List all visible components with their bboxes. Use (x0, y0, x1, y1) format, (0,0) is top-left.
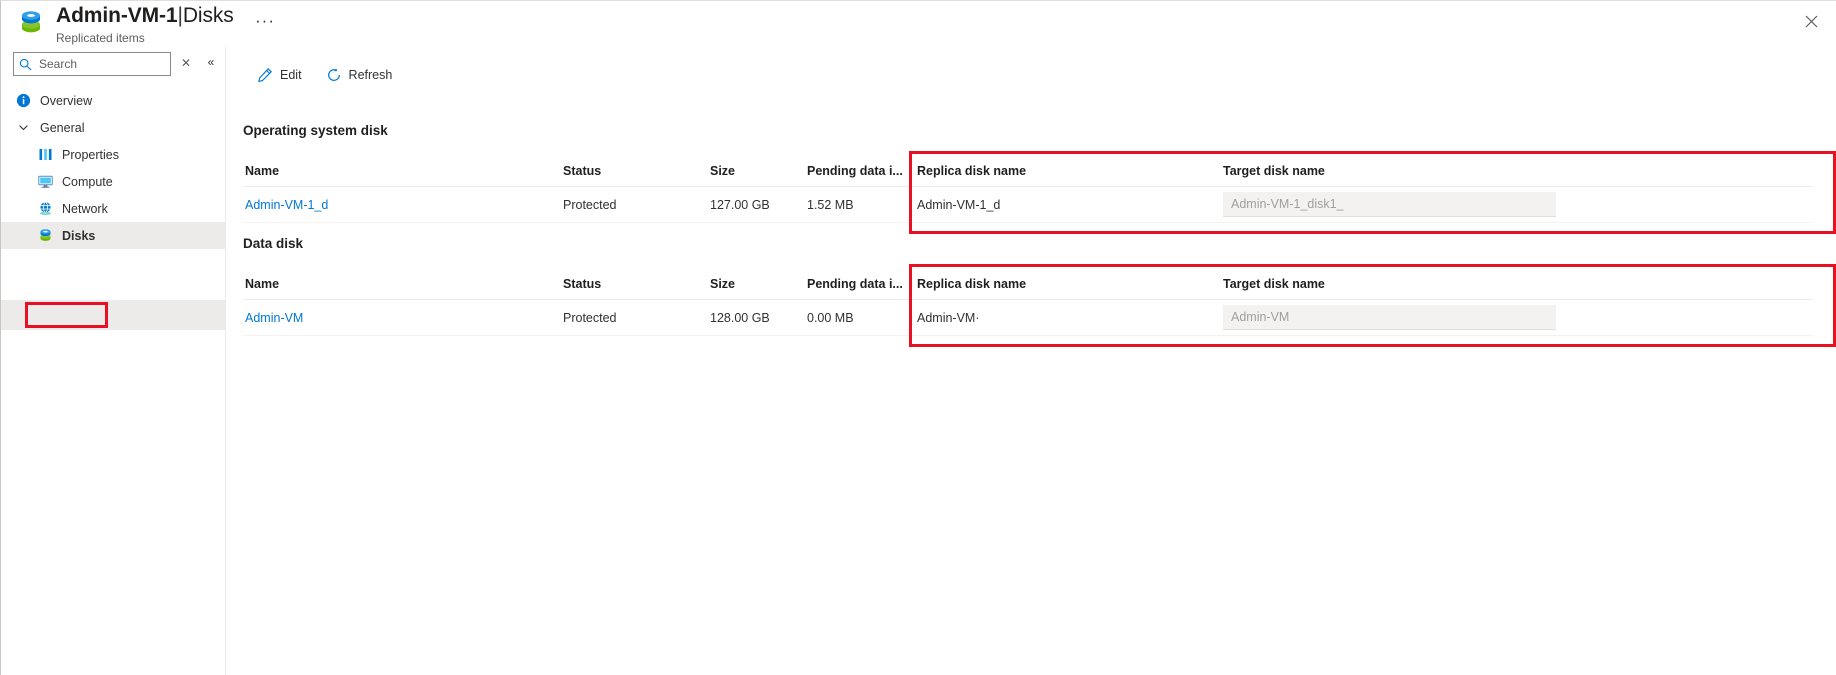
edit-button[interactable]: Edit (247, 59, 312, 91)
refresh-button[interactable]: Refresh (316, 59, 403, 91)
info-icon (15, 93, 31, 109)
edit-button-label: Edit (280, 68, 302, 82)
column-header-status: Status (563, 163, 602, 178)
os-disk-pending: 1.52 MB (807, 197, 854, 212)
more-options-icon[interactable]: ··· (249, 9, 281, 33)
blade-sidebar: ✕ « Overview (1, 47, 226, 675)
sidebar-item-disks[interactable]: Disks (1, 222, 226, 249)
sidebar-item-label: Network (62, 201, 108, 216)
search-box[interactable] (13, 52, 171, 76)
compute-icon (37, 174, 53, 190)
replicated-disk-icon (16, 7, 46, 37)
sidebar-item-properties[interactable]: Properties (1, 141, 226, 168)
column-header-replica-disk-name: Replica disk name (917, 276, 1027, 291)
column-header-pending: Pending data i... (807, 276, 903, 291)
sidebar-search-row: ✕ « (1, 52, 226, 82)
column-header-pending: Pending data i... (807, 163, 903, 178)
disks-icon (37, 228, 53, 244)
sidebar-item-compute[interactable]: Compute (1, 168, 226, 195)
disk-name-link-text: Admin-VM (245, 310, 304, 325)
page-subtitle: Replicated items (56, 31, 145, 45)
column-header-name: Name (245, 163, 280, 178)
close-icon[interactable] (1797, 7, 1825, 35)
disk-name-link-text: Admin-VM-1_d (245, 197, 329, 212)
sidebar-item-label: Overview (40, 93, 93, 108)
azure-blade: Admin-VM-1|Disks Replicated items ··· Se… (0, 0, 1836, 675)
sidebar-item-network[interactable]: Network (1, 195, 226, 222)
data-disk-replica-name: Admin-VM· (917, 310, 980, 325)
page-title: Admin-VM-1|Disks (56, 3, 234, 29)
data-disk-target-name-cell[interactable] (1215, 305, 1775, 330)
search-dismiss-icon[interactable]: ✕ (179, 56, 193, 70)
blade-header: Admin-VM-1|Disks Replicated items ··· (1, 1, 1836, 47)
search-input[interactable] (37, 56, 165, 72)
refresh-icon (326, 67, 342, 83)
table-row[interactable]: Admin-VM Protected 128.00 GB 0.00 MB Adm… (243, 300, 1813, 336)
os-disk-status: Protected (563, 197, 617, 212)
data-disk-target-name-input[interactable] (1223, 305, 1556, 330)
column-header-replica-disk-name: Replica disk name (917, 163, 1027, 178)
data-disk-size: 128.00 GB (710, 310, 770, 325)
selected-row-background (1, 300, 226, 330)
data-disk-status: Protected (563, 310, 617, 325)
os-disk-table-header: Name Status Size Pending data i... Repli… (243, 155, 1813, 187)
refresh-button-label: Refresh (348, 68, 393, 82)
column-header-name: Name (245, 276, 280, 291)
sidebar-item-label: Compute (62, 174, 113, 189)
os-disk-replica-name: Admin-VM-1_d (917, 197, 1001, 212)
column-header-status: Status (563, 276, 602, 291)
data-disk-table-header: Name Status Size Pending data i... Repli… (243, 268, 1813, 300)
data-disk-pending: 0.00 MB (807, 310, 854, 325)
os-disk-table: Name Status Size Pending data i... Repli… (243, 155, 1813, 223)
network-icon (37, 201, 53, 217)
data-disk-section-title: Data disk (243, 236, 304, 251)
os-disk-name-link[interactable]: Admin-VM-1_d (243, 198, 563, 212)
data-disk-table: Name Status Size Pending data i... Repli… (243, 268, 1813, 336)
command-toolbar: Edit Refresh (227, 55, 406, 95)
sidebar-nav-list: Overview General Properties Compute Netw… (1, 87, 226, 249)
page-title-resource: Admin-VM-1 (56, 4, 178, 27)
sidebar-item-label: Properties (62, 147, 119, 162)
pencil-icon (257, 67, 273, 83)
page-title-page: Disks (182, 4, 234, 27)
search-icon (19, 58, 32, 71)
column-header-target-disk-name: Target disk name (1223, 163, 1325, 178)
sidebar-group-general[interactable]: General (1, 114, 226, 141)
column-header-size: Size (710, 163, 736, 178)
os-disk-target-name-cell[interactable] (1215, 192, 1775, 217)
sidebar-item-overview[interactable]: Overview (1, 87, 226, 114)
os-disk-target-name-input[interactable] (1223, 192, 1556, 217)
header-title-block: Admin-VM-1|Disks Replicated items (56, 3, 234, 45)
data-disk-name-link[interactable]: Admin-VM (243, 311, 563, 325)
blade-content: Edit Refresh Operating system disk Name … (227, 47, 1836, 675)
os-disk-section-title: Operating system disk (243, 123, 388, 138)
os-disk-size: 127.00 GB (710, 197, 770, 212)
sidebar-group-label: General (40, 120, 85, 135)
table-row[interactable]: Admin-VM-1_d Protected 127.00 GB 1.52 MB… (243, 187, 1813, 223)
properties-icon (37, 147, 53, 163)
collapse-sidebar-icon[interactable]: « (203, 55, 219, 69)
chevron-down-icon (15, 120, 31, 136)
column-header-target-disk-name: Target disk name (1223, 276, 1325, 291)
sidebar-item-label: Disks (62, 228, 96, 243)
column-header-size: Size (710, 276, 736, 291)
